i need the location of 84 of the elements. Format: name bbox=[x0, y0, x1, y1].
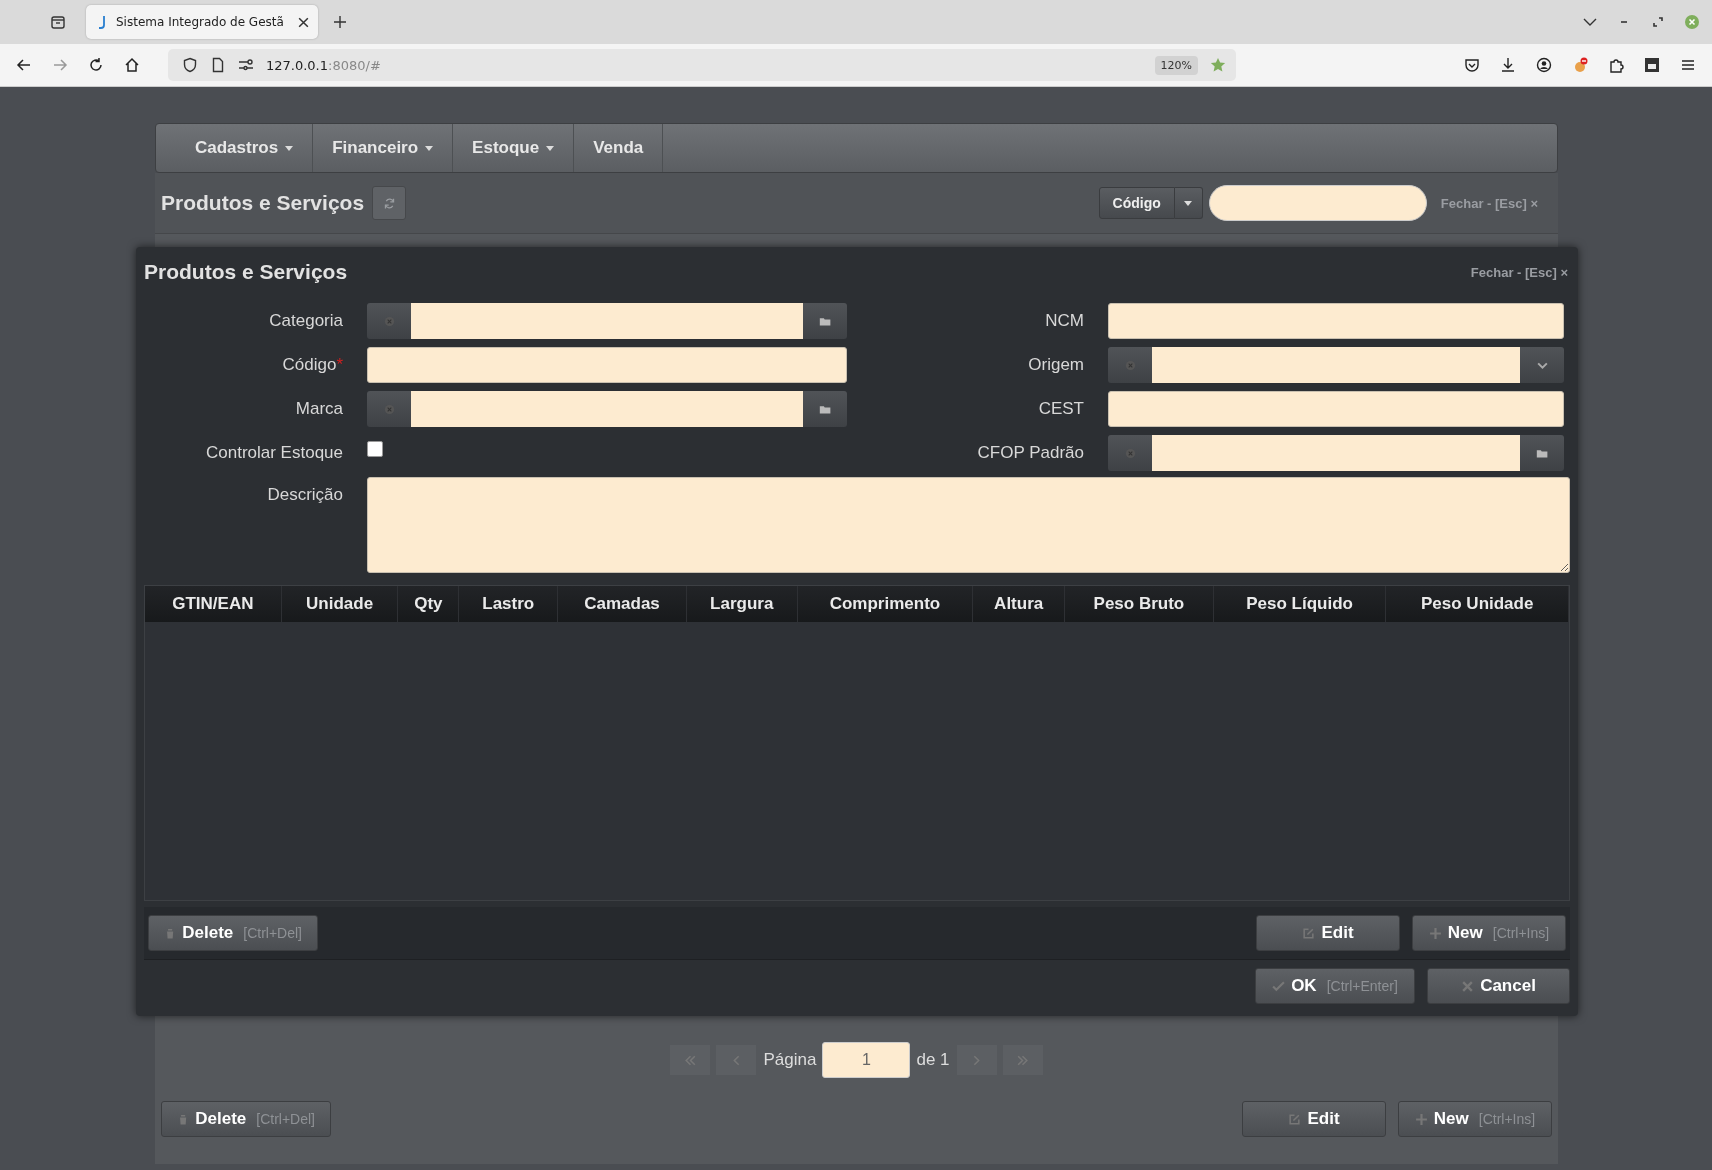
back-icon[interactable] bbox=[16, 57, 32, 73]
text-field[interactable] bbox=[1108, 303, 1564, 339]
ok-button[interactable]: OK [Ctrl+Enter] bbox=[1255, 968, 1415, 1004]
page-field[interactable]: 1 bbox=[822, 1042, 911, 1078]
close-link[interactable]: Fechar - [Esc] × bbox=[1470, 264, 1568, 280]
plus-icon bbox=[1414, 1112, 1428, 1126]
double-chevron-left-icon bbox=[684, 1053, 697, 1067]
menu-item[interactable]: Cadastros bbox=[176, 124, 314, 172]
column-header[interactable]: Largura bbox=[686, 586, 798, 622]
new-button[interactable]: New [Ctrl+Ins] bbox=[1398, 1101, 1552, 1137]
description-field[interactable] bbox=[367, 477, 1570, 573]
check-icon bbox=[1272, 979, 1286, 993]
dialog-title: Produtos e Serviços bbox=[144, 260, 348, 284]
extension-icon[interactable] bbox=[1572, 57, 1588, 73]
shield-icon bbox=[182, 57, 198, 73]
select-field[interactable] bbox=[1108, 347, 1564, 383]
column-header[interactable]: Qty bbox=[398, 586, 460, 622]
column-header[interactable]: Peso Unidade bbox=[1386, 586, 1569, 622]
text-field[interactable] bbox=[1108, 391, 1564, 427]
field-label: Descrição bbox=[266, 484, 344, 505]
lookup-field[interactable] bbox=[1108, 435, 1564, 471]
delete-button[interactable]: Delete [Ctrl+Del] bbox=[148, 915, 318, 951]
lookup-field[interactable] bbox=[367, 303, 847, 339]
j-letter-icon bbox=[98, 15, 108, 29]
plus-icon bbox=[1428, 926, 1442, 940]
field-label: Código* bbox=[281, 355, 344, 375]
menu-item[interactable]: Venda bbox=[574, 124, 664, 172]
dropdown-toggle[interactable] bbox=[1174, 187, 1203, 219]
plus-icon[interactable] bbox=[332, 14, 348, 30]
reload-icon[interactable] bbox=[88, 57, 104, 73]
refresh-button[interactable] bbox=[372, 186, 407, 220]
menu-icon[interactable] bbox=[1680, 57, 1696, 73]
account-icon[interactable] bbox=[1536, 57, 1552, 73]
edit-icon bbox=[1288, 1112, 1302, 1126]
forward-icon[interactable] bbox=[52, 57, 68, 73]
page-label: Página bbox=[763, 1050, 817, 1070]
text-field[interactable] bbox=[367, 347, 847, 383]
page-icon bbox=[210, 57, 226, 73]
lookup-field[interactable] bbox=[367, 391, 847, 427]
double-chevron-right-icon bbox=[1016, 1053, 1029, 1067]
column-header[interactable]: Altura bbox=[973, 586, 1066, 622]
field-label: Controlar Estoque bbox=[204, 443, 344, 463]
close-icon bbox=[1461, 979, 1475, 993]
column-header[interactable]: Unidade bbox=[281, 586, 399, 622]
star-icon[interactable] bbox=[1210, 57, 1226, 73]
field-label: Categoria bbox=[268, 311, 344, 331]
search-by-dropdown[interactable]: Código bbox=[1098, 187, 1175, 219]
home-icon[interactable] bbox=[124, 57, 140, 73]
field-label: CFOP Padrão bbox=[976, 443, 1085, 463]
menu-item[interactable]: Estoque bbox=[453, 124, 575, 172]
column-header[interactable]: Camadas bbox=[558, 586, 687, 622]
column-header[interactable]: Lastro bbox=[459, 586, 559, 622]
pocket-icon[interactable] bbox=[1464, 57, 1480, 73]
browser-tab[interactable]: Sistema Integrado de Gestã bbox=[86, 5, 318, 39]
search-field[interactable] bbox=[1208, 185, 1427, 221]
menu-item[interactable]: Financeiro bbox=[313, 124, 454, 172]
field-label: Marca bbox=[294, 399, 344, 419]
edit-icon bbox=[1302, 926, 1316, 940]
page-total: de 1 bbox=[916, 1050, 950, 1070]
url-text: 127.0.0.1:8080/# bbox=[266, 57, 381, 73]
field-label: NCM bbox=[1044, 311, 1085, 331]
delete-button[interactable]: Delete [Ctrl+Del] bbox=[161, 1101, 331, 1137]
tab-list-icon[interactable] bbox=[50, 14, 66, 30]
close-icon[interactable] bbox=[297, 15, 310, 29]
download-icon[interactable] bbox=[1500, 57, 1516, 73]
page-title: Produtos e Serviços bbox=[161, 191, 365, 215]
column-header[interactable]: GTIN/EAN bbox=[145, 586, 282, 622]
cancel-button[interactable]: Cancel bbox=[1427, 968, 1570, 1004]
caret-icon bbox=[1184, 200, 1193, 206]
field-label: Origem bbox=[1027, 355, 1085, 375]
restore-icon[interactable] bbox=[1650, 14, 1666, 30]
column-header[interactable]: Peso Bruto bbox=[1065, 586, 1214, 622]
puzzle-icon[interactable] bbox=[1608, 57, 1624, 73]
edit-button[interactable]: Edit bbox=[1256, 915, 1400, 951]
field-label: CEST bbox=[1037, 399, 1085, 419]
checkbox[interactable] bbox=[367, 441, 383, 457]
edit-button[interactable]: Edit bbox=[1242, 1101, 1386, 1137]
new-button[interactable]: New [Ctrl+Ins] bbox=[1412, 915, 1566, 951]
address-bar[interactable]: 127.0.0.1:8080/# 120% bbox=[168, 49, 1236, 81]
refresh-icon bbox=[382, 196, 396, 210]
zoom-level[interactable]: 120% bbox=[1154, 55, 1198, 75]
column-header[interactable]: Peso Líquido bbox=[1213, 586, 1387, 622]
column-header[interactable]: Comprimento bbox=[797, 586, 974, 622]
sliders-icon[interactable] bbox=[238, 57, 254, 73]
